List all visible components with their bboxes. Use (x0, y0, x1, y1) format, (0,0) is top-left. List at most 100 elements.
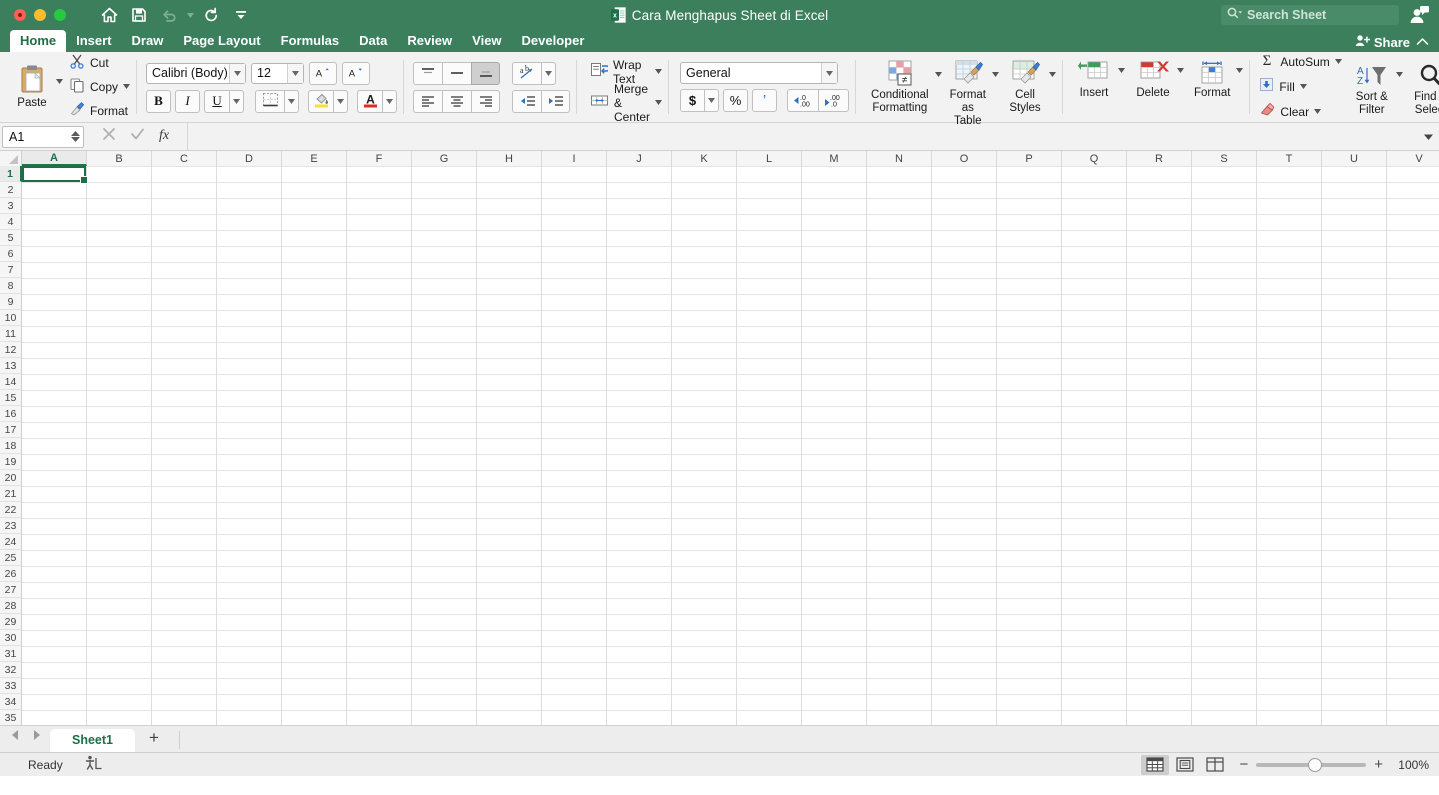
column-header-F[interactable]: F (347, 151, 412, 166)
font-color-button[interactable]: A (357, 89, 383, 113)
row-header-7[interactable]: 7 (0, 262, 22, 278)
row-header-1[interactable]: 1 (0, 166, 22, 182)
column-header-N[interactable]: N (867, 151, 932, 166)
zoom-in-button[interactable]: + (1374, 756, 1383, 773)
top-align-button[interactable] (413, 61, 443, 85)
row-header-8[interactable]: 8 (0, 278, 22, 294)
find-select-button[interactable]: Find &Select (1409, 62, 1439, 119)
page-layout-view-icon[interactable] (1171, 755, 1199, 775)
tab-review[interactable]: Review (397, 30, 462, 52)
merge-center-dropdown-caret[interactable] (655, 99, 663, 107)
currency-dropdown-caret[interactable] (704, 89, 720, 112)
paste-dropdown-caret[interactable] (56, 78, 63, 86)
copy-button[interactable]: Copy (69, 76, 131, 98)
row-header-15[interactable]: 15 (0, 390, 22, 406)
page-break-view-icon[interactable] (1201, 755, 1229, 775)
tab-insert[interactable]: Insert (66, 30, 121, 52)
row-header-10[interactable]: 10 (0, 310, 22, 326)
tab-formulas[interactable]: Formulas (271, 30, 350, 52)
insert-cells-dropdown-caret[interactable] (1118, 67, 1125, 75)
align-center-button[interactable] (442, 89, 472, 113)
tab-page-layout[interactable]: Page Layout (173, 30, 270, 52)
font-size-input[interactable]: 12 (251, 62, 305, 84)
right-arrow-icon[interactable] (31, 728, 42, 746)
column-header-V[interactable]: V (1387, 151, 1439, 166)
decrease-decimal-button[interactable]: .00.0 (818, 89, 850, 112)
row-header-35[interactable]: 35 (0, 710, 22, 725)
row-header-5[interactable]: 5 (0, 230, 22, 246)
format-painter-button[interactable]: Format (69, 100, 130, 122)
active-cell-selection[interactable] (22, 166, 88, 184)
clear-dropdown-caret[interactable] (1314, 108, 1322, 116)
increase-decimal-button[interactable]: .0.00 (787, 89, 819, 112)
tab-draw[interactable]: Draw (122, 30, 174, 52)
column-header-I[interactable]: I (542, 151, 607, 166)
tab-developer[interactable]: Developer (512, 30, 595, 52)
column-header-D[interactable]: D (217, 151, 282, 166)
format-as-table-button[interactable]: Format as Table (946, 58, 990, 130)
delete-cells-button[interactable]: Delete (1131, 58, 1175, 102)
column-header-P[interactable]: P (997, 151, 1062, 166)
column-header-A[interactable]: A (22, 151, 87, 166)
row-header-30[interactable]: 30 (0, 630, 22, 646)
font-family-dropdown-caret[interactable] (229, 63, 246, 83)
customize-toolbar-icon[interactable] (226, 2, 256, 28)
bottom-align-button[interactable] (471, 61, 501, 85)
align-right-button[interactable] (471, 89, 501, 113)
row-header-21[interactable]: 21 (0, 486, 22, 502)
column-header-H[interactable]: H (477, 151, 542, 166)
italic-button[interactable]: I (175, 89, 201, 113)
wrap-text-dropdown-caret[interactable] (655, 68, 663, 76)
row-header-28[interactable]: 28 (0, 598, 22, 614)
sheet-tab-sheet1[interactable]: Sheet1 (50, 729, 135, 752)
row-header-4[interactable]: 4 (0, 214, 22, 230)
comma-format-button[interactable]: ’ (752, 89, 778, 112)
row-header-34[interactable]: 34 (0, 694, 22, 710)
underline-button[interactable]: U (204, 89, 230, 113)
increase-indent-button[interactable] (541, 89, 571, 113)
cancel-x-icon[interactable] (102, 127, 116, 146)
autosum-dropdown-caret[interactable] (1334, 58, 1342, 66)
row-header-3[interactable]: 3 (0, 198, 22, 214)
fx-icon[interactable]: fx (159, 126, 177, 147)
format-cells-button[interactable]: Format (1190, 58, 1234, 102)
row-header-17[interactable]: 17 (0, 422, 22, 438)
orientation-button[interactable]: ab (512, 61, 542, 85)
font-family-input[interactable]: Calibri (Body) (146, 62, 247, 84)
delete-cells-dropdown-caret[interactable] (1177, 67, 1184, 75)
row-header-27[interactable]: 27 (0, 582, 22, 598)
font-color-dropdown-caret[interactable] (382, 89, 398, 113)
row-header-22[interactable]: 22 (0, 502, 22, 518)
sort-filter-button[interactable]: A Z Sort & Filter (1350, 62, 1394, 119)
account-person-icon[interactable] (1407, 4, 1431, 26)
conditional-formatting-dropdown-caret[interactable] (934, 71, 942, 79)
column-header-K[interactable]: K (672, 151, 737, 166)
column-header-L[interactable]: L (737, 151, 802, 166)
cell-area[interactable] (22, 166, 1439, 725)
row-header-6[interactable]: 6 (0, 246, 22, 262)
orientation-dropdown-caret[interactable] (541, 61, 557, 85)
insert-cells-button[interactable]: Insert (1072, 58, 1116, 102)
clear-button[interactable]: Clear (1259, 101, 1341, 123)
tab-data[interactable]: Data (349, 30, 397, 52)
row-header-24[interactable]: 24 (0, 534, 22, 550)
format-cells-dropdown-caret[interactable] (1236, 67, 1244, 75)
row-header-9[interactable]: 9 (0, 294, 22, 310)
normal-view-icon[interactable] (1141, 754, 1170, 775)
fill-button[interactable]: Fill (1259, 76, 1341, 98)
row-header-31[interactable]: 31 (0, 646, 22, 662)
maximize-window-button[interactable] (54, 9, 66, 21)
row-header-19[interactable]: 19 (0, 454, 22, 470)
decrease-font-size-button[interactable]: A (342, 61, 371, 85)
cell-styles-dropdown-caret[interactable] (1049, 71, 1056, 79)
name-box-spinner[interactable] (69, 127, 83, 147)
column-header-R[interactable]: R (1127, 151, 1192, 166)
column-header-S[interactable]: S (1192, 151, 1257, 166)
borders-button[interactable] (255, 89, 285, 113)
search-input[interactable]: Search Sheet (1221, 5, 1399, 25)
row-header-23[interactable]: 23 (0, 518, 22, 534)
column-header-Q[interactable]: Q (1062, 151, 1127, 166)
row-header-14[interactable]: 14 (0, 374, 22, 390)
column-header-M[interactable]: M (802, 151, 867, 166)
cell-styles-button[interactable]: Cell Styles (1003, 58, 1047, 117)
